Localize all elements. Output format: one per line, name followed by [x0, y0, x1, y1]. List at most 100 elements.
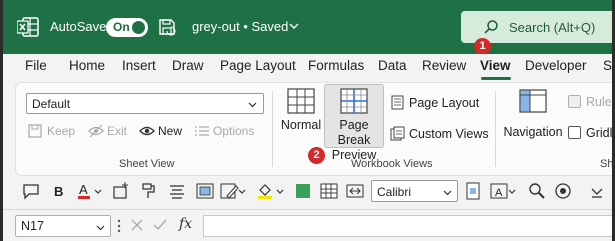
align-center-icon[interactable] [167, 181, 187, 201]
tab-review[interactable]: Review [422, 58, 466, 73]
toolbar-more-icon[interactable] [587, 181, 607, 201]
title-bar: AutoSave On grey-out • Saved Search (Alt… [3, 0, 612, 54]
chevron-down-icon [443, 190, 452, 196]
font-color-icon[interactable]: A [75, 181, 95, 201]
sheet-view-dropdown[interactable]: Default [26, 93, 264, 114]
chevron-down-icon[interactable] [93, 181, 103, 201]
show-group-label: Sho [600, 158, 614, 170]
chevron-down-icon[interactable] [507, 181, 517, 201]
ruler-checkbox-box [568, 95, 581, 108]
tab-cut-off[interactable]: S [603, 58, 612, 73]
workbook-views-group-label: Workbook Views [351, 158, 433, 170]
keep-icon [28, 124, 42, 138]
merge-cells-icon[interactable] [345, 181, 365, 201]
exit-label: Exit [107, 124, 128, 138]
options-label: Options [213, 124, 255, 138]
exit-button[interactable]: Exit [88, 124, 127, 138]
bold-icon[interactable]: B [49, 181, 69, 201]
tab-data[interactable]: Data [378, 58, 407, 73]
ruler-checkbox[interactable]: Ruler [568, 95, 615, 109]
format-painter-icon[interactable] [139, 181, 159, 201]
svg-text:A: A [495, 187, 503, 199]
chevron-down-icon [248, 102, 257, 108]
draw-border-icon[interactable] [219, 181, 239, 201]
options-list-icon [195, 126, 209, 136]
custom-views-icon [390, 126, 405, 141]
navigation-label: Navigation [503, 125, 563, 139]
formula-bar: N17 fx [3, 209, 612, 241]
search-icon [484, 20, 498, 34]
chevron-down-icon[interactable] [288, 20, 300, 32]
new-eye-icon [139, 126, 155, 136]
svg-text:A: A [79, 182, 88, 197]
custom-views-label: Custom Views [409, 127, 489, 141]
tab-file[interactable]: File [25, 58, 47, 73]
tab-insert[interactable]: Insert [122, 58, 156, 73]
navigation-pane-icon [519, 89, 547, 113]
tab-formulas[interactable]: Formulas [308, 58, 364, 73]
insert-cells-icon[interactable] [111, 181, 131, 201]
gridlines-checkbox-box [568, 126, 581, 139]
cancel-icon[interactable] [130, 218, 144, 232]
insert-function-button[interactable]: fx [179, 216, 192, 232]
enter-check-icon[interactable] [153, 218, 167, 232]
group-divider [272, 91, 273, 167]
find-icon[interactable] [527, 181, 547, 201]
tab-home[interactable]: Home [69, 58, 105, 73]
name-box-value: N17 [21, 219, 44, 233]
target-icon[interactable] [553, 181, 573, 201]
fill-color-icon[interactable] [255, 181, 275, 201]
tab-draw[interactable]: Draw [172, 58, 204, 73]
name-box[interactable]: N17 [15, 215, 111, 237]
gridlines-label: Gridlin [586, 126, 615, 140]
step-badge-2: 2 [308, 147, 325, 164]
page-layout-icon [391, 95, 404, 110]
page-break-label-line1: Page Break [337, 118, 371, 147]
page-layout-view-button[interactable]: Page Layout [390, 95, 479, 110]
page-break-grid-icon [340, 88, 368, 114]
options-button[interactable]: Options [194, 124, 254, 138]
custom-views-button[interactable]: Custom Views [390, 126, 489, 141]
wrap-cells-icon[interactable] [195, 181, 215, 201]
page-layout-label: Page Layout [409, 96, 480, 110]
normal-label: Normal [280, 118, 322, 132]
page-break-preview-button[interactable]: Page Break Preview [324, 84, 384, 162]
excel-window: AutoSave On grey-out • Saved Search (Alt… [3, 0, 615, 241]
tab-page-layout[interactable]: Page Layout [220, 58, 296, 73]
green-fill-icon[interactable] [293, 181, 313, 201]
ruler-label: Ruler [586, 95, 615, 109]
step-badge-1: 1 [474, 38, 491, 55]
tab-view[interactable]: View [480, 58, 511, 73]
font-name-value: Calibri [377, 185, 412, 199]
page-setup-icon[interactable] [463, 181, 483, 201]
table-grid-icon[interactable] [319, 181, 339, 201]
navigation-button[interactable]: Navigation [502, 89, 564, 141]
gridlines-checkbox[interactable]: Gridlin [568, 126, 615, 140]
search-label: Search (Alt+Q) [509, 20, 596, 35]
comment-icon[interactable] [21, 181, 41, 201]
formula-input[interactable] [203, 215, 612, 237]
file-title[interactable]: grey-out • Saved [192, 19, 288, 34]
keep-button[interactable]: Keep [28, 124, 75, 138]
chevron-down-icon[interactable] [275, 181, 285, 201]
drag-handle-icon[interactable] [116, 219, 122, 233]
keep-label: Keep [47, 124, 76, 138]
svg-text:B: B [54, 184, 63, 199]
chevron-down-icon [96, 225, 105, 231]
exit-eye-icon [88, 124, 104, 138]
font-name-dropdown[interactable]: Calibri [371, 180, 458, 202]
text-box-icon[interactable]: A [489, 181, 509, 201]
excel-logo-icon[interactable] [17, 17, 39, 37]
tab-developer[interactable]: Developer [525, 58, 587, 73]
group-divider [495, 91, 496, 167]
toggle-on-label: On [113, 20, 130, 34]
normal-view-button[interactable]: Normal [279, 88, 323, 140]
sheet-view-group-label: Sheet View [119, 158, 175, 170]
quick-access-toolbar: B A Calibri A [15, 176, 612, 206]
chevron-down-icon[interactable] [237, 181, 247, 201]
autosave-label: AutoSave [50, 19, 107, 34]
new-button[interactable]: New [139, 124, 182, 138]
save-icon[interactable] [158, 18, 176, 36]
active-tab-indicator [481, 77, 511, 80]
autosave-toggle[interactable]: On [106, 18, 148, 37]
